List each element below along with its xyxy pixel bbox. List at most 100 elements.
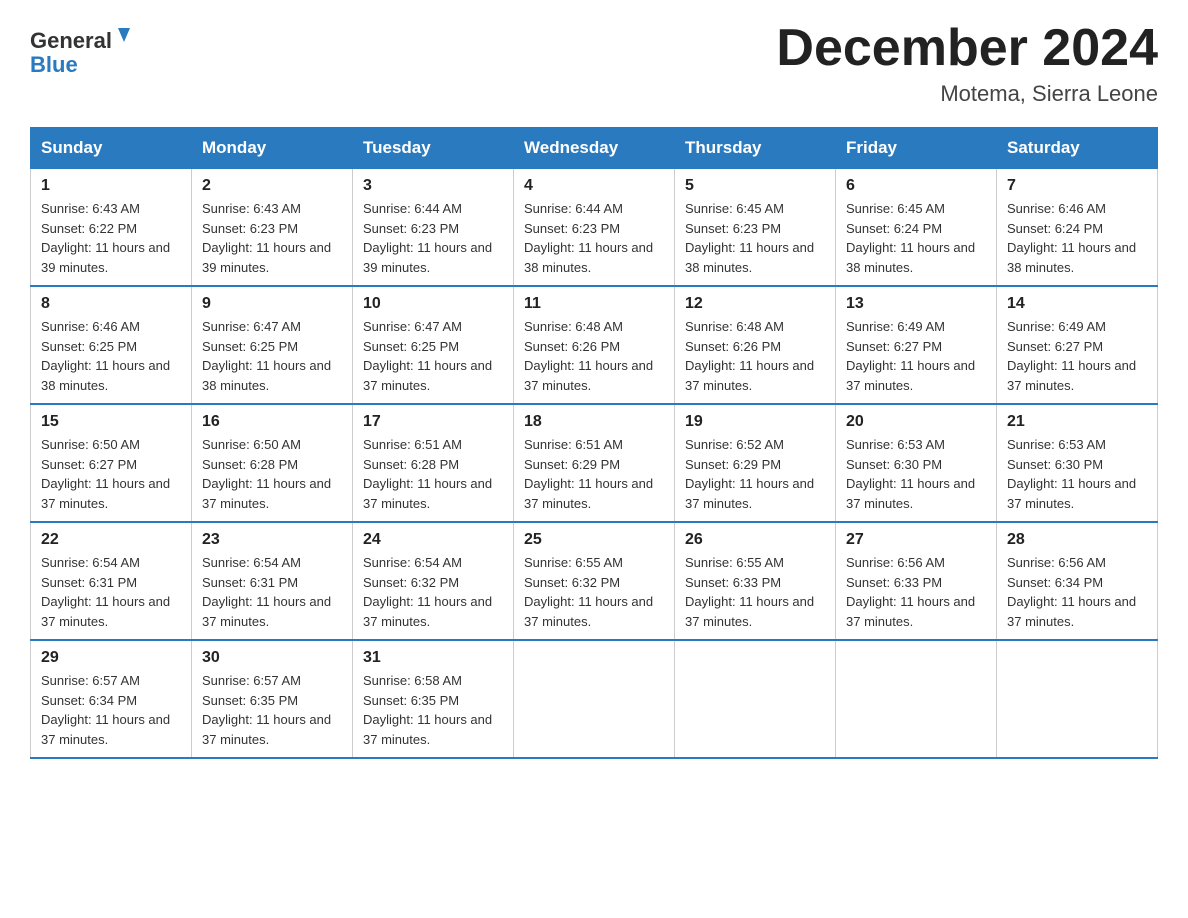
day-info: Sunrise: 6:48 AMSunset: 6:26 PMDaylight:… bbox=[524, 317, 664, 395]
table-row: 18 Sunrise: 6:51 AMSunset: 6:29 PMDaylig… bbox=[514, 404, 675, 522]
table-row bbox=[836, 640, 997, 758]
table-row: 12 Sunrise: 6:48 AMSunset: 6:26 PMDaylig… bbox=[675, 286, 836, 404]
svg-text:Blue: Blue bbox=[30, 52, 78, 77]
day-number: 20 bbox=[846, 413, 986, 431]
day-info: Sunrise: 6:54 AMSunset: 6:31 PMDaylight:… bbox=[41, 553, 181, 631]
day-number: 19 bbox=[685, 413, 825, 431]
table-row: 27 Sunrise: 6:56 AMSunset: 6:33 PMDaylig… bbox=[836, 522, 997, 640]
svg-text:General: General bbox=[30, 28, 112, 53]
day-info: Sunrise: 6:57 AMSunset: 6:34 PMDaylight:… bbox=[41, 671, 181, 749]
day-info: Sunrise: 6:55 AMSunset: 6:33 PMDaylight:… bbox=[685, 553, 825, 631]
day-info: Sunrise: 6:43 AMSunset: 6:23 PMDaylight:… bbox=[202, 199, 342, 277]
day-info: Sunrise: 6:55 AMSunset: 6:32 PMDaylight:… bbox=[524, 553, 664, 631]
day-info: Sunrise: 6:49 AMSunset: 6:27 PMDaylight:… bbox=[1007, 317, 1147, 395]
table-row: 25 Sunrise: 6:55 AMSunset: 6:32 PMDaylig… bbox=[514, 522, 675, 640]
day-number: 7 bbox=[1007, 177, 1147, 195]
day-info: Sunrise: 6:54 AMSunset: 6:31 PMDaylight:… bbox=[202, 553, 342, 631]
day-info: Sunrise: 6:47 AMSunset: 6:25 PMDaylight:… bbox=[363, 317, 503, 395]
table-row: 9 Sunrise: 6:47 AMSunset: 6:25 PMDayligh… bbox=[192, 286, 353, 404]
day-info: Sunrise: 6:56 AMSunset: 6:34 PMDaylight:… bbox=[1007, 553, 1147, 631]
day-number: 17 bbox=[363, 413, 503, 431]
location-subtitle: Motema, Sierra Leone bbox=[776, 81, 1158, 107]
day-info: Sunrise: 6:52 AMSunset: 6:29 PMDaylight:… bbox=[685, 435, 825, 513]
day-number: 11 bbox=[524, 295, 664, 313]
day-info: Sunrise: 6:51 AMSunset: 6:28 PMDaylight:… bbox=[363, 435, 503, 513]
day-number: 31 bbox=[363, 649, 503, 667]
day-number: 5 bbox=[685, 177, 825, 195]
table-row: 6 Sunrise: 6:45 AMSunset: 6:24 PMDayligh… bbox=[836, 169, 997, 287]
day-info: Sunrise: 6:57 AMSunset: 6:35 PMDaylight:… bbox=[202, 671, 342, 749]
calendar-week-row: 8 Sunrise: 6:46 AMSunset: 6:25 PMDayligh… bbox=[31, 286, 1158, 404]
day-number: 6 bbox=[846, 177, 986, 195]
day-number: 29 bbox=[41, 649, 181, 667]
day-number: 3 bbox=[363, 177, 503, 195]
day-info: Sunrise: 6:43 AMSunset: 6:22 PMDaylight:… bbox=[41, 199, 181, 277]
day-info: Sunrise: 6:50 AMSunset: 6:27 PMDaylight:… bbox=[41, 435, 181, 513]
logo-mark: GeneralBlue bbox=[30, 20, 140, 85]
day-info: Sunrise: 6:45 AMSunset: 6:23 PMDaylight:… bbox=[685, 199, 825, 277]
table-row: 7 Sunrise: 6:46 AMSunset: 6:24 PMDayligh… bbox=[997, 169, 1158, 287]
day-info: Sunrise: 6:46 AMSunset: 6:25 PMDaylight:… bbox=[41, 317, 181, 395]
table-row: 24 Sunrise: 6:54 AMSunset: 6:32 PMDaylig… bbox=[353, 522, 514, 640]
day-number: 14 bbox=[1007, 295, 1147, 313]
day-info: Sunrise: 6:50 AMSunset: 6:28 PMDaylight:… bbox=[202, 435, 342, 513]
day-info: Sunrise: 6:44 AMSunset: 6:23 PMDaylight:… bbox=[524, 199, 664, 277]
table-row: 29 Sunrise: 6:57 AMSunset: 6:34 PMDaylig… bbox=[31, 640, 192, 758]
day-info: Sunrise: 6:53 AMSunset: 6:30 PMDaylight:… bbox=[846, 435, 986, 513]
logo: GeneralBlue bbox=[30, 20, 140, 85]
table-row: 22 Sunrise: 6:54 AMSunset: 6:31 PMDaylig… bbox=[31, 522, 192, 640]
table-row: 14 Sunrise: 6:49 AMSunset: 6:27 PMDaylig… bbox=[997, 286, 1158, 404]
calendar-week-row: 29 Sunrise: 6:57 AMSunset: 6:34 PMDaylig… bbox=[31, 640, 1158, 758]
day-number: 4 bbox=[524, 177, 664, 195]
day-number: 18 bbox=[524, 413, 664, 431]
day-info: Sunrise: 6:45 AMSunset: 6:24 PMDaylight:… bbox=[846, 199, 986, 277]
table-row: 11 Sunrise: 6:48 AMSunset: 6:26 PMDaylig… bbox=[514, 286, 675, 404]
table-row: 15 Sunrise: 6:50 AMSunset: 6:27 PMDaylig… bbox=[31, 404, 192, 522]
day-info: Sunrise: 6:53 AMSunset: 6:30 PMDaylight:… bbox=[1007, 435, 1147, 513]
table-row: 5 Sunrise: 6:45 AMSunset: 6:23 PMDayligh… bbox=[675, 169, 836, 287]
day-info: Sunrise: 6:48 AMSunset: 6:26 PMDaylight:… bbox=[685, 317, 825, 395]
day-number: 23 bbox=[202, 531, 342, 549]
table-row bbox=[514, 640, 675, 758]
table-row: 16 Sunrise: 6:50 AMSunset: 6:28 PMDaylig… bbox=[192, 404, 353, 522]
day-info: Sunrise: 6:58 AMSunset: 6:35 PMDaylight:… bbox=[363, 671, 503, 749]
col-sunday: Sunday bbox=[31, 128, 192, 169]
table-row: 2 Sunrise: 6:43 AMSunset: 6:23 PMDayligh… bbox=[192, 169, 353, 287]
day-info: Sunrise: 6:51 AMSunset: 6:29 PMDaylight:… bbox=[524, 435, 664, 513]
col-thursday: Thursday bbox=[675, 128, 836, 169]
day-info: Sunrise: 6:47 AMSunset: 6:25 PMDaylight:… bbox=[202, 317, 342, 395]
table-row: 20 Sunrise: 6:53 AMSunset: 6:30 PMDaylig… bbox=[836, 404, 997, 522]
day-number: 30 bbox=[202, 649, 342, 667]
day-number: 21 bbox=[1007, 413, 1147, 431]
table-row: 17 Sunrise: 6:51 AMSunset: 6:28 PMDaylig… bbox=[353, 404, 514, 522]
day-number: 9 bbox=[202, 295, 342, 313]
day-number: 28 bbox=[1007, 531, 1147, 549]
day-number: 22 bbox=[41, 531, 181, 549]
month-title: December 2024 bbox=[776, 20, 1158, 77]
day-number: 15 bbox=[41, 413, 181, 431]
day-info: Sunrise: 6:46 AMSunset: 6:24 PMDaylight:… bbox=[1007, 199, 1147, 277]
day-info: Sunrise: 6:56 AMSunset: 6:33 PMDaylight:… bbox=[846, 553, 986, 631]
day-number: 2 bbox=[202, 177, 342, 195]
col-friday: Friday bbox=[836, 128, 997, 169]
table-row bbox=[675, 640, 836, 758]
calendar-header-row: Sunday Monday Tuesday Wednesday Thursday… bbox=[31, 128, 1158, 169]
day-number: 13 bbox=[846, 295, 986, 313]
table-row: 13 Sunrise: 6:49 AMSunset: 6:27 PMDaylig… bbox=[836, 286, 997, 404]
calendar-week-row: 22 Sunrise: 6:54 AMSunset: 6:31 PMDaylig… bbox=[31, 522, 1158, 640]
day-info: Sunrise: 6:49 AMSunset: 6:27 PMDaylight:… bbox=[846, 317, 986, 395]
page-header: GeneralBlue December 2024 Motema, Sierra… bbox=[30, 20, 1158, 107]
table-row: 3 Sunrise: 6:44 AMSunset: 6:23 PMDayligh… bbox=[353, 169, 514, 287]
title-block: December 2024 Motema, Sierra Leone bbox=[776, 20, 1158, 107]
day-number: 12 bbox=[685, 295, 825, 313]
table-row: 10 Sunrise: 6:47 AMSunset: 6:25 PMDaylig… bbox=[353, 286, 514, 404]
table-row: 31 Sunrise: 6:58 AMSunset: 6:35 PMDaylig… bbox=[353, 640, 514, 758]
calendar-table: Sunday Monday Tuesday Wednesday Thursday… bbox=[30, 127, 1158, 759]
table-row: 28 Sunrise: 6:56 AMSunset: 6:34 PMDaylig… bbox=[997, 522, 1158, 640]
day-number: 27 bbox=[846, 531, 986, 549]
col-wednesday: Wednesday bbox=[514, 128, 675, 169]
col-monday: Monday bbox=[192, 128, 353, 169]
col-tuesday: Tuesday bbox=[353, 128, 514, 169]
table-row: 23 Sunrise: 6:54 AMSunset: 6:31 PMDaylig… bbox=[192, 522, 353, 640]
table-row: 19 Sunrise: 6:52 AMSunset: 6:29 PMDaylig… bbox=[675, 404, 836, 522]
